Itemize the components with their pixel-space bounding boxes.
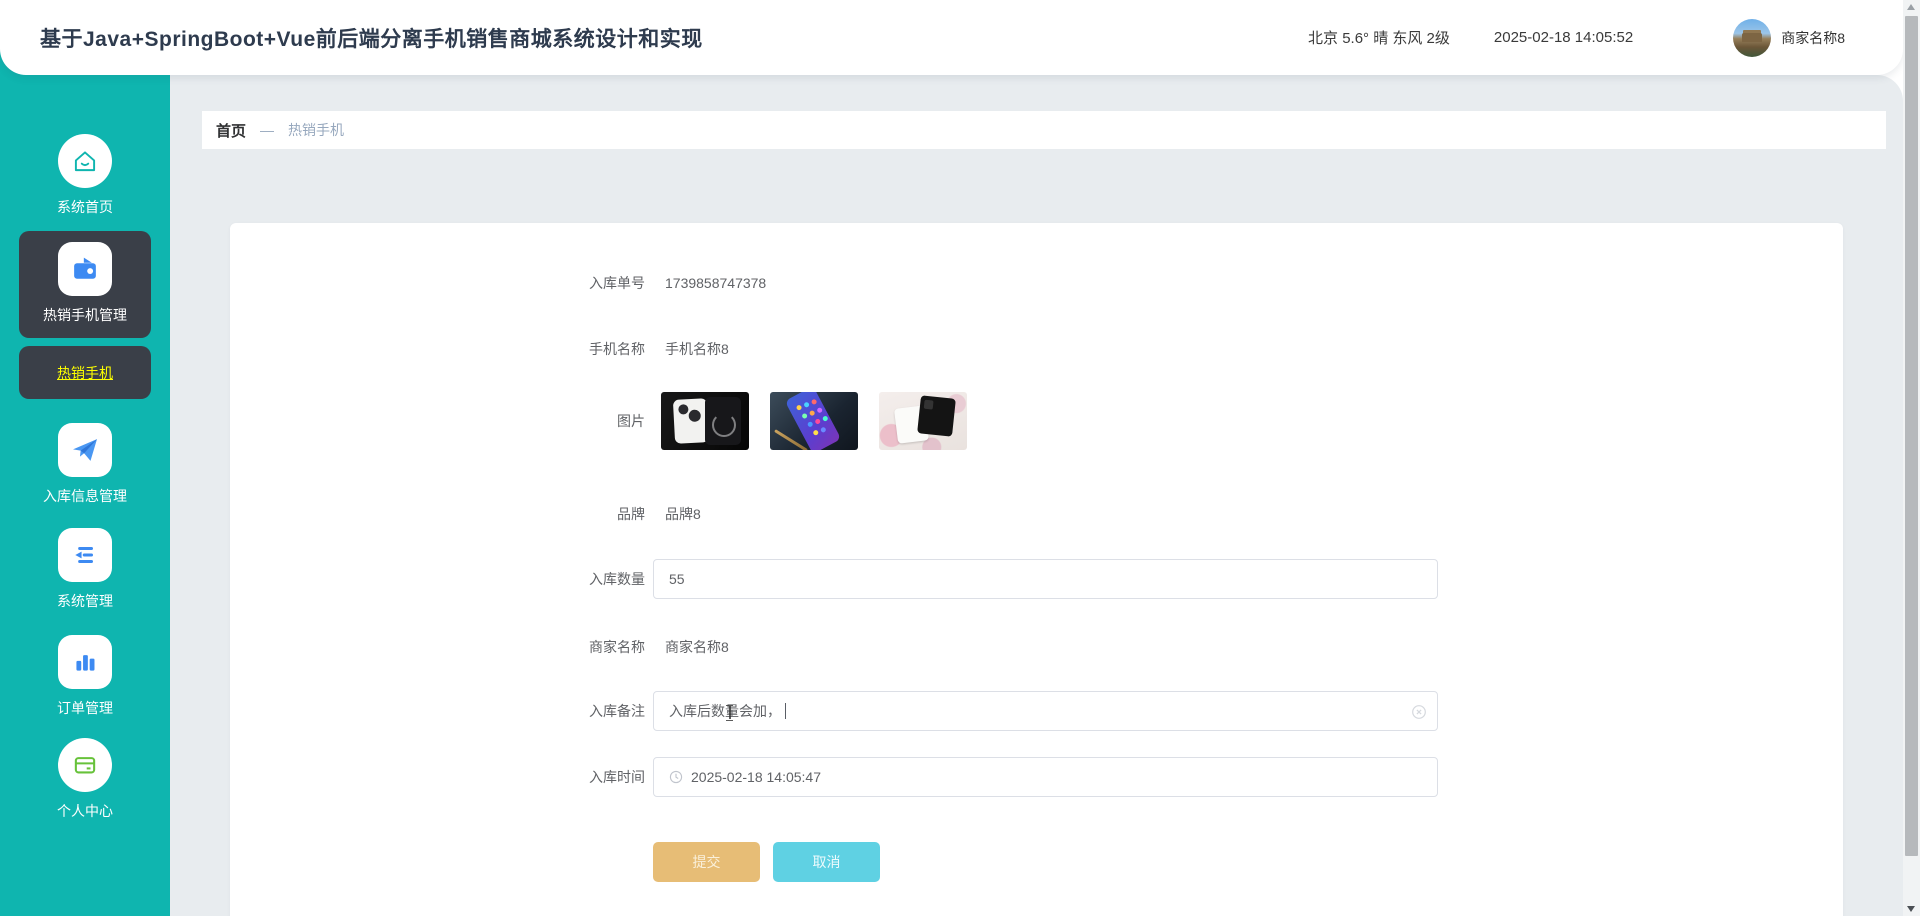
image-list [653,392,988,450]
sidebar-item-order-management[interactable]: 订单管理 [0,635,170,718]
stock-in-form-card: 入库单号 1739858747378 手机名称 手机名称8 图片 品牌 品牌8 … [230,223,1843,916]
sidebar-item-label: 热销手机管理 [43,307,127,323]
order-no-label: 入库单号 [589,275,645,291]
phone-image-1[interactable] [661,392,749,450]
form-row-brand: 品牌 品牌8 [230,504,1843,524]
form-row-quantity: 入库数量 [230,559,1843,599]
clear-icon[interactable] [1411,704,1427,723]
remark-input-text: 入库后数量会加， [669,703,781,719]
cancel-button[interactable]: 取消 [773,842,880,882]
sidebar-subitem-label: 热销手机 [57,364,113,381]
scroll-up-arrow-icon[interactable] [1907,4,1915,10]
stock-time-value: 2025-02-18 14:05:47 [691,769,821,785]
text-caret [785,703,786,719]
paper-plane-icon [58,423,112,477]
brand-label: 品牌 [617,506,645,522]
stock-time-input[interactable]: 2025-02-18 14:05:47 [653,757,1438,797]
form-row-stock-time: 入库时间 2025-02-18 14:05:47 [230,757,1843,797]
images-label: 图片 [617,413,645,429]
sidebar: 系统首页 热销手机管理 热销手机 入库信息管理 系统管理 订单管理 个人中心 [0,0,170,916]
sidebar-item-hot-phone-management[interactable]: 热销手机管理 [19,231,151,338]
page-title: 基于Java+SpringBoot+Vue前后端分离手机销售商城系统设计和实现 [40,27,703,51]
breadcrumb-separator: — [260,122,275,138]
form-row-merchant: 商家名称 商家名称8 [230,637,1843,657]
phone-name-label: 手机名称 [589,341,645,357]
form-row-phone-name: 手机名称 手机名称8 [230,339,1843,359]
mouse-text-cursor [726,705,733,721]
vertical-scrollbar[interactable] [1903,0,1920,916]
sidebar-subitem-hot-phone[interactable]: 热销手机 [19,346,151,399]
sidebar-item-label: 个人中心 [57,803,113,819]
phone-image-2[interactable] [770,392,858,450]
form-row-remark: 入库备注 入库后数量会加， [230,691,1843,731]
quantity-label: 入库数量 [589,571,645,587]
clock-icon [669,770,683,784]
remark-input[interactable]: 入库后数量会加， [653,691,1438,731]
sidebar-item-inbound-info[interactable]: 入库信息管理 [0,423,170,506]
home-icon [58,134,112,188]
bar-chart-icon [58,635,112,689]
scrollbar-thumb[interactable] [1905,16,1918,856]
sidebar-item-label: 系统首页 [57,199,113,215]
avatar[interactable] [1733,18,1772,57]
form-row-order-no: 入库单号 1739858747378 [230,273,1843,293]
phone-image-3[interactable] [879,392,967,450]
merchant-value: 商家名称8 [665,639,729,655]
top-header: 基于Java+SpringBoot+Vue前后端分离手机销售商城系统设计和实现 … [0,0,1903,75]
content-area: 首页 — 热销手机 入库单号 1739858747378 手机名称 手机名称8 … [170,75,1903,916]
phone-name-value: 手机名称8 [665,341,729,357]
merchant-label: 商家名称 [589,639,645,655]
order-no-value: 1739858747378 [665,275,767,291]
form-row-images: 图片 [230,392,1843,450]
form-actions: 提交 取消 [230,842,1843,882]
bank-card-icon [58,738,112,792]
sidebar-item-system-management[interactable]: 系统管理 [0,528,170,611]
sidebar-item-system-home[interactable]: 系统首页 [0,134,170,217]
sidebar-item-label: 系统管理 [57,593,113,609]
sidebar-item-personal-center[interactable]: 个人中心 [0,738,170,821]
datetime-display: 2025-02-18 14:05:52 [1493,29,1634,46]
stock-time-label: 入库时间 [589,769,645,785]
breadcrumb-home-link[interactable]: 首页 [216,120,246,141]
weather-info: 北京 5.6° 晴 东风 2级 [1308,30,1450,47]
breadcrumb: 首页 — 热销手机 [202,111,1886,149]
merchant-name[interactable]: 商家名称8 [1781,28,1845,48]
quantity-input[interactable] [653,559,1438,599]
wallet-icon [58,242,112,296]
remark-label: 入库备注 [589,703,645,719]
app-root: 系统首页 热销手机管理 热销手机 入库信息管理 系统管理 订单管理 个人中心 首… [0,0,1920,916]
submit-button[interactable]: 提交 [653,842,760,882]
sidebar-item-label: 入库信息管理 [43,488,127,504]
sidebar-item-label: 订单管理 [57,700,113,716]
menu-list-icon [58,528,112,582]
brand-value: 品牌8 [665,506,701,522]
scroll-down-arrow-icon[interactable] [1907,906,1915,912]
breadcrumb-current: 热销手机 [288,122,345,138]
